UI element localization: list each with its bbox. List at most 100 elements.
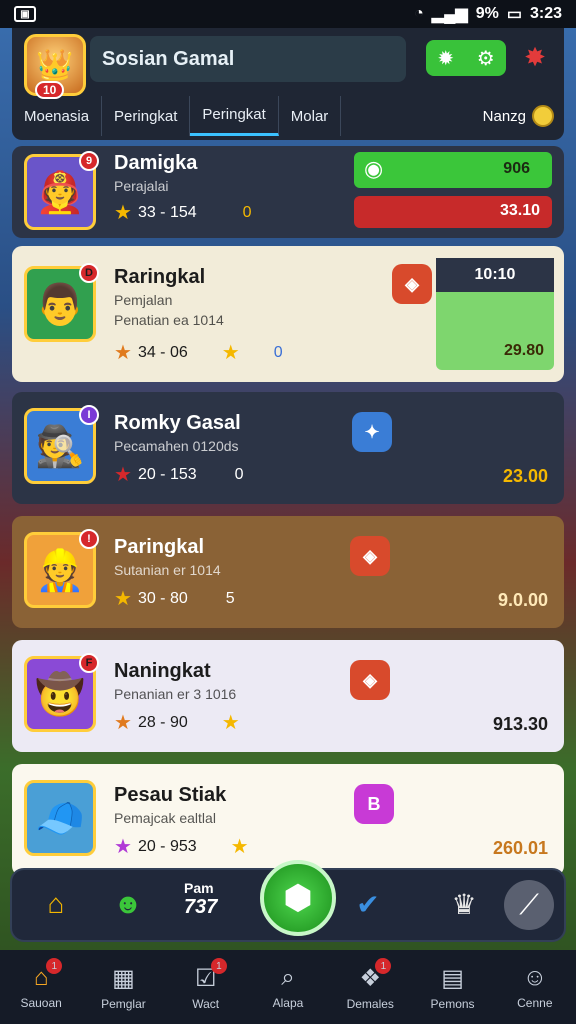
score-panel: 10:10 29.80 xyxy=(436,258,554,370)
user-icon: ☺ xyxy=(522,964,548,991)
shield-icon: ◈ xyxy=(392,264,432,304)
score-top: 10:10 xyxy=(436,258,554,292)
nav-item-5[interactable]: ▤ Pemons xyxy=(411,950,493,1024)
player-stats: ★ 30 - 80 5 xyxy=(114,586,235,611)
currency-display[interactable]: Nanzg xyxy=(483,105,564,127)
score-value: 9.0.00 xyxy=(497,590,548,610)
player-name: Pesau Stiak xyxy=(114,784,227,806)
tab-bar: Moenasia Peringkat Peringkat Molar Nanzg xyxy=(12,96,564,136)
player-subtitle: Pecamahen 0120ds xyxy=(114,438,239,454)
nav-label: Pemglar xyxy=(101,996,146,1011)
avatar: 🧢 xyxy=(24,780,96,856)
battery-icon: ▭ xyxy=(506,6,522,23)
trophy-icon[interactable]: ♛ xyxy=(444,884,484,924)
shield-check-icon[interactable]: ✔ xyxy=(348,884,388,924)
tab-1[interactable]: Peringkat xyxy=(102,96,191,136)
player-avatar[interactable]: 👑 10 xyxy=(24,34,86,99)
stat-value: 20 - 953 xyxy=(137,837,197,855)
score-bottom: 33.10 xyxy=(499,202,540,219)
player-name: Paringkal xyxy=(114,536,205,558)
play-button[interactable]: ⬢ xyxy=(260,860,336,936)
list-item[interactable]: 👨 D Raringkal Pemjalan Penatian ea 1014 ★… xyxy=(12,246,564,382)
nav-item-3[interactable]: ⌕ Alapa xyxy=(247,950,329,1024)
nav-label: Sauoan xyxy=(20,996,62,1010)
stat-value: 30 - 80 xyxy=(137,589,188,607)
currency-label: Nanzg xyxy=(482,107,526,125)
signal-icon: ▂▄▆ xyxy=(431,6,468,23)
score-value: 260.01 xyxy=(492,838,548,858)
nav-item-2[interactable]: ☑ 1 Wact xyxy=(165,950,247,1024)
action-dock: ⌂ ☻ Pam 737 ⬢ ✔ ♛ ⟋ xyxy=(10,860,566,942)
crown-icon: 👑 xyxy=(36,48,74,82)
home-icon[interactable]: ⌂ xyxy=(36,884,76,924)
gear-icon: ⚙ xyxy=(476,47,495,70)
nav-label: Demales xyxy=(346,996,394,1011)
player-subtitle: Perajalai xyxy=(114,178,169,194)
rewards-button[interactable]: ✹ ⚙ xyxy=(426,40,506,76)
stat-value-2: 5 xyxy=(225,589,235,607)
list-item[interactable]: 🤠 F Naningkat Penanian er 3 1016 ★ 28 - 9… xyxy=(12,640,564,752)
monster-icon[interactable]: ☻ xyxy=(108,884,148,924)
player-stats: ★ 28 - 90 ★ xyxy=(114,710,240,735)
score-value: 23.00 xyxy=(502,466,548,486)
status-bar: ▣ ◔ ▂▄▆ 9% ▭ 3:23 xyxy=(0,0,576,28)
avatar: 👨 D xyxy=(24,263,99,342)
list-item[interactable]: 🧢 Pesau Stiak Pemajcak ealtlal ★ 20 - 95… xyxy=(12,764,564,876)
star-icon: ★ xyxy=(114,588,132,610)
settings-icon[interactable]: ✸ xyxy=(520,42,550,72)
stat-value-2: 0 xyxy=(234,465,244,483)
stat-value: 33 - 154 xyxy=(137,203,197,221)
player-stats: ★ 20 - 953 ★ xyxy=(114,834,249,859)
nav-label: Wact xyxy=(192,996,220,1011)
list-item[interactable]: 🕵 I Romky Gasal Pecamahen 0120ds ★ 20 - 1… xyxy=(12,392,564,504)
bottom-nav: ⌂ 1 Sauoan ▦ Pemglar ☑ 1 Wact ⌕ Alapa ❖ 1 Demale… xyxy=(0,950,576,1024)
nav-label: Cenne xyxy=(517,996,553,1010)
star-icon: ★ xyxy=(221,712,240,734)
score-bar-top: ◉ 906 xyxy=(354,152,552,188)
star-icon: ★ xyxy=(114,202,132,224)
sun-icon: ✹ xyxy=(437,47,455,70)
battery-label: 9% xyxy=(475,5,499,22)
nav-item-0[interactable]: ⌂ 1 Sauoan xyxy=(0,950,82,1024)
chart-icon: ▦ xyxy=(112,964,135,992)
time-label: 3:23 xyxy=(529,5,562,22)
player-stats: ★ 33 - 154 0 xyxy=(114,200,252,225)
compass-icon[interactable]: ⟋ xyxy=(504,880,554,930)
tab-3[interactable]: Molar xyxy=(279,96,342,136)
player-name: Romky Gasal xyxy=(114,412,241,434)
list-item[interactable]: 🧑‍🚒 9 Damigka Perajalai ★ 33 - 154 0 ◉ 90… xyxy=(12,146,564,238)
player-stats: ★ 34 - 06 ★ 0 xyxy=(114,340,283,365)
counter-value: 737 xyxy=(184,896,218,918)
timer-icon: ◉ xyxy=(364,156,384,181)
shield-icon: B xyxy=(354,784,394,824)
counter-label: Pam xyxy=(184,880,214,896)
header: 👑 10 Sosian Gamal ✹ ⚙ ✸ Moenasia Peringk… xyxy=(12,28,564,140)
coin-icon xyxy=(532,105,554,127)
star-icon: ★ xyxy=(221,342,240,364)
pam-counter[interactable]: Pam 737 xyxy=(184,880,244,930)
avatar: 🕵 I xyxy=(24,405,99,484)
stat-value: 34 - 06 xyxy=(137,343,188,361)
star-icon: ★ xyxy=(114,712,132,734)
nav-label: Alapa xyxy=(272,996,304,1010)
tab-2[interactable]: Peringkat xyxy=(190,96,279,136)
player-subtitle: Pemajcak ealtlal xyxy=(114,810,216,826)
nav-item-6[interactable]: ☺ Cenne xyxy=(494,950,576,1024)
nav-item-4[interactable]: ❖ 1 Demales xyxy=(329,950,411,1024)
shield-icon: ◈ xyxy=(350,536,390,576)
notification-icon: ▣ xyxy=(14,6,36,22)
player-name: Naningkat xyxy=(114,660,211,682)
stat-value: 28 - 90 xyxy=(137,713,188,731)
list-item[interactable]: 👷! Paringkal Sutanian er 1014 ★ 30 - 80 … xyxy=(12,516,564,628)
tab-0[interactable]: Moenasia xyxy=(12,96,103,136)
nav-item-1[interactable]: ▦ Pemglar xyxy=(82,950,164,1024)
puzzle-icon: ⬢ xyxy=(283,879,313,917)
player-subtitle: Penanian er 3 1016 xyxy=(114,686,237,702)
score-top: 906 xyxy=(503,160,530,177)
shield-icon: ✦ xyxy=(352,412,392,452)
player-subtitle-2: Penatian ea 1014 xyxy=(114,312,224,328)
search-icon: ⌕ xyxy=(281,964,295,991)
avatar: 👷! xyxy=(24,529,99,608)
score-bar-bottom: 33.10 xyxy=(354,196,552,228)
star-icon: ★ xyxy=(114,464,132,486)
